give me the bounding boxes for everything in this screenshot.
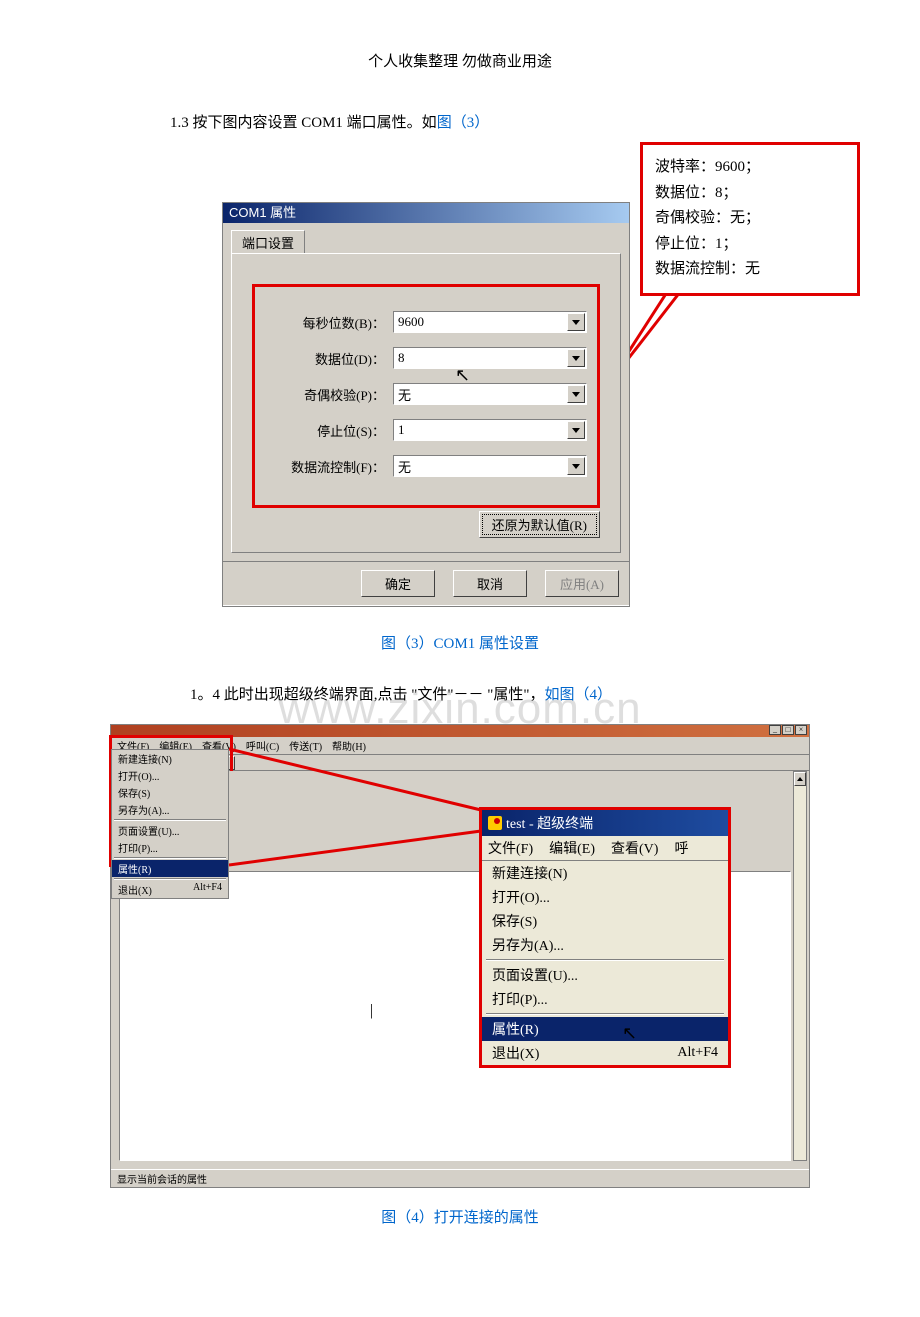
enlarged-title-text: test - 超级终端 (506, 813, 593, 833)
app-titlebar: _ □ × (111, 725, 809, 737)
maximize-icon[interactable]: □ (782, 725, 794, 735)
dropdown-icon[interactable] (567, 457, 585, 475)
small-mi-new[interactable]: 新建连接(N) (112, 750, 228, 767)
cancel-button[interactable]: 取消 (453, 570, 527, 597)
mi-properties[interactable]: 属性(R) (482, 1017, 728, 1041)
callout-box: 波特率：9600； 数据位：8； 奇偶校验：无； 停止位：1； 数据流控制：无 (640, 142, 860, 296)
figref-4: 如图（4） (545, 687, 613, 703)
restore-defaults-button[interactable]: 还原为默认值(R) (479, 511, 600, 538)
dropdown-icon[interactable] (567, 349, 585, 367)
scrollbar-vertical[interactable] (793, 771, 807, 1161)
stopbits-combo[interactable]: 1 (393, 419, 587, 441)
flowcontrol-label: 数据流控制(F)： (265, 457, 385, 476)
tab-panel: 每秒位数(B)： 9600 数据位(D)： 8 (231, 253, 621, 553)
sep-2 (486, 1013, 724, 1015)
window-controls: _ □ × (769, 725, 807, 735)
figure-3-caption: 图（3）COM1 属性设置 (0, 632, 920, 653)
zoom-lines (229, 747, 489, 887)
enlarged-file-menu: 新建连接(N) 打开(O)... 保存(S) 另存为(A)... 页面设置(U)… (482, 861, 728, 1065)
baud-label: 每秒位数(B)： (265, 313, 385, 332)
figure-4-app-window: _ □ × 文件(F) 编辑(E) 查看(V) 呼叫(C) 传送(T) 帮助(H… (110, 724, 810, 1188)
figure-3-wrap: 波特率：9600； 数据位：8； 奇偶校验：无； 停止位：1； 数据流控制：无 … (0, 142, 920, 622)
figure-4-caption: 图（4）打开连接的属性 (0, 1206, 920, 1227)
scroll-up-icon[interactable] (794, 772, 806, 786)
mi-pagesetup[interactable]: 页面设置(U)... (482, 963, 728, 987)
apply-button[interactable]: 应用(A) (545, 570, 619, 597)
dropdown-icon[interactable] (567, 421, 585, 439)
tab-port-settings[interactable]: 端口设置 (231, 230, 305, 254)
small-sep-1 (114, 819, 226, 821)
callout-line-3: 奇偶校验：无； (655, 206, 845, 232)
enlarged-menu-overlay: test - 超级终端 文件(F) 编辑(E) 查看(V) 呼 新建连接(N) … (479, 807, 731, 1068)
section-1-4-prefix: 1。4 此时出现超级终端界面,点击 "文件"－－ "属性"， (190, 687, 545, 703)
figref-3: 图（3） (437, 115, 490, 131)
dialog-button-row: 确定 取消 应用(A) (223, 561, 629, 606)
parity-value: 无 (398, 385, 411, 404)
callout-line-1: 波特率：9600； (655, 155, 845, 181)
callout-line-5: 数据流控制：无 (655, 257, 845, 283)
dialog-titlebar: COM1 属性 (223, 203, 629, 223)
small-mi-saveas[interactable]: 另存为(A)... (112, 801, 228, 818)
stopbits-value: 1 (398, 422, 405, 438)
com1-properties-dialog: COM1 属性 端口设置 每秒位数(B)： 9600 数据位(D)： (222, 202, 630, 607)
small-mi-save[interactable]: 保存(S) (112, 784, 228, 801)
mi-print[interactable]: 打印(P)... (482, 987, 728, 1011)
app-icon (488, 816, 502, 830)
form-highlight-box: 每秒位数(B)： 9600 数据位(D)： 8 (252, 284, 600, 508)
databits-value: 8 (398, 350, 405, 366)
menu-file[interactable]: 文件(F) (488, 838, 533, 858)
section-1-3-prefix: 1.3 按下图内容设置 COM1 端口属性。如 (170, 115, 437, 131)
mi-save[interactable]: 保存(S) (482, 909, 728, 933)
statusbar: 显示当前会话的属性 (111, 1169, 809, 1187)
menu-edit[interactable]: 编辑(E) (549, 838, 595, 858)
parity-combo[interactable]: 无 (393, 383, 587, 405)
small-mi-exit[interactable]: 退出(X) Alt+F4 (112, 881, 228, 898)
mi-exit[interactable]: 退出(X) Alt+F4 ↖ (482, 1041, 728, 1065)
small-sep-3 (114, 878, 226, 880)
text-cursor-icon: | (370, 1002, 373, 1020)
baud-value: 9600 (398, 314, 424, 330)
ok-button[interactable]: 确定 (361, 570, 435, 597)
callout-line-2: 数据位：8； (655, 181, 845, 207)
menu-view[interactable]: 查看(V) (611, 838, 658, 858)
enlarged-titlebar: test - 超级终端 (482, 810, 728, 836)
section-1-4-text: 1。4 此时出现超级终端界面,点击 "文件"－－ "属性"，如图（4） (190, 683, 920, 704)
flowcontrol-value: 无 (398, 457, 411, 476)
small-file-menu: 新建连接(N) 打开(O)... 保存(S) 另存为(A)... 页面设置(U)… (111, 749, 229, 899)
small-mi-open[interactable]: 打开(O)... (112, 767, 228, 784)
databits-label: 数据位(D)： (265, 349, 385, 368)
dropdown-icon[interactable] (567, 313, 585, 331)
mi-saveas[interactable]: 另存为(A)... (482, 933, 728, 957)
minimize-icon[interactable]: _ (769, 725, 781, 735)
baud-combo[interactable]: 9600 (393, 311, 587, 333)
callout-line-4: 停止位：1； (655, 232, 845, 258)
close-icon[interactable]: × (795, 725, 807, 735)
tab-area: 端口设置 (223, 223, 629, 253)
small-sep-2 (114, 857, 226, 859)
small-mi-pagesetup[interactable]: 页面设置(U)... (112, 822, 228, 839)
databits-combo[interactable]: 8 (393, 347, 587, 369)
small-mi-prop[interactable]: 属性(R) (112, 860, 228, 877)
mi-open[interactable]: 打开(O)... (482, 885, 728, 909)
stopbits-label: 停止位(S)： (265, 421, 385, 440)
page-header: 个人收集整理 勿做商业用途 (0, 50, 920, 71)
flowcontrol-combo[interactable]: 无 (393, 455, 587, 477)
section-1-3-text: 1.3 按下图内容设置 COM1 端口属性。如图（3） (170, 111, 920, 132)
small-mi-print[interactable]: 打印(P)... (112, 839, 228, 856)
menu-call[interactable]: 呼 (674, 838, 688, 858)
parity-label: 奇偶校验(P)： (265, 385, 385, 404)
sep-1 (486, 959, 724, 961)
dropdown-icon[interactable] (567, 385, 585, 403)
enlarged-menubar: 文件(F) 编辑(E) 查看(V) 呼 (482, 836, 728, 861)
mi-new[interactable]: 新建连接(N) (482, 861, 728, 885)
